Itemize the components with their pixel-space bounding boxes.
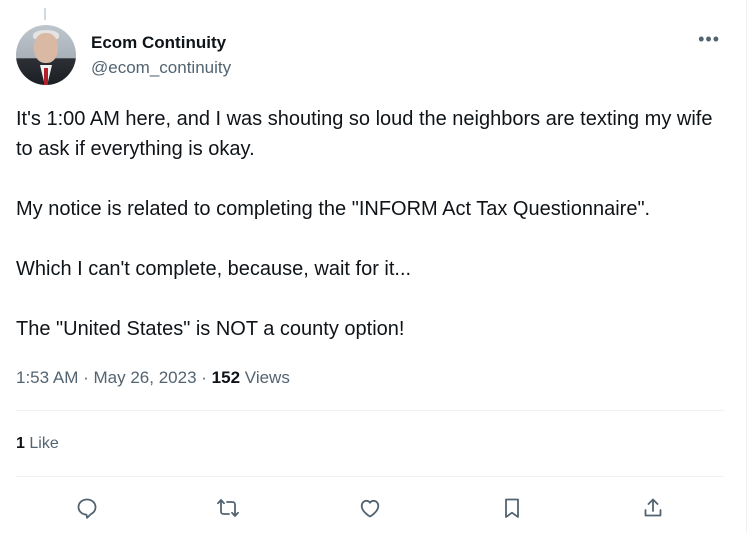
tweet-paragraph: It's 1:00 AM here, and I was shouting so…	[16, 108, 713, 160]
author-handle[interactable]: @ecom_continuity	[91, 57, 231, 79]
author-names: Ecom Continuity @ecom_continuity	[91, 32, 231, 79]
likes-count: 1	[16, 435, 25, 452]
tweet-card: Ecom Continuity @ecom_continuity ••• It'…	[0, 0, 747, 533]
retweet-icon	[217, 499, 240, 517]
reply-button[interactable]	[69, 490, 105, 526]
tweet-paragraph: Which I can't complete, because, wait fo…	[16, 258, 412, 280]
tweet-meta: 1:53 AM · May 26, 2023 · 152 Views	[16, 366, 290, 390]
views-count: 152	[211, 368, 241, 387]
author-display-name[interactable]: Ecom Continuity	[91, 32, 231, 54]
share-icon	[644, 498, 662, 517]
heart-icon	[360, 499, 380, 518]
bookmark-button[interactable]	[494, 490, 530, 526]
divider	[16, 476, 724, 477]
views-label: Views	[244, 368, 290, 387]
tweet-header: Ecom Continuity @ecom_continuity •••	[16, 24, 730, 86]
tweet-paragraph: The "United States" is NOT a county opti…	[16, 318, 405, 340]
tweet-time[interactable]: 1:53 AM	[16, 368, 78, 387]
retweet-button[interactable]	[210, 490, 246, 526]
reply-icon	[77, 498, 97, 519]
bookmark-icon	[504, 498, 519, 518]
share-button[interactable]	[635, 490, 671, 526]
tweet-paragraph: My notice is related to completing the "…	[16, 198, 651, 220]
meta-separator: ·	[83, 368, 89, 387]
avatar-tie	[44, 68, 48, 85]
avatar-face	[34, 33, 58, 63]
action-bar	[16, 490, 724, 526]
meta-separator: ·	[201, 368, 207, 387]
divider	[16, 410, 724, 411]
avatar[interactable]	[16, 25, 76, 85]
tweet-text: It's 1:00 AM here, and I was shouting so…	[16, 104, 726, 344]
likes-label: Like	[29, 435, 59, 452]
more-options-icon[interactable]: •••	[698, 30, 720, 48]
like-button[interactable]	[352, 490, 388, 526]
tweet-date[interactable]: May 26, 2023	[94, 368, 197, 387]
thread-connector-line	[44, 8, 46, 20]
likes-summary[interactable]: 1 Like	[16, 432, 59, 456]
